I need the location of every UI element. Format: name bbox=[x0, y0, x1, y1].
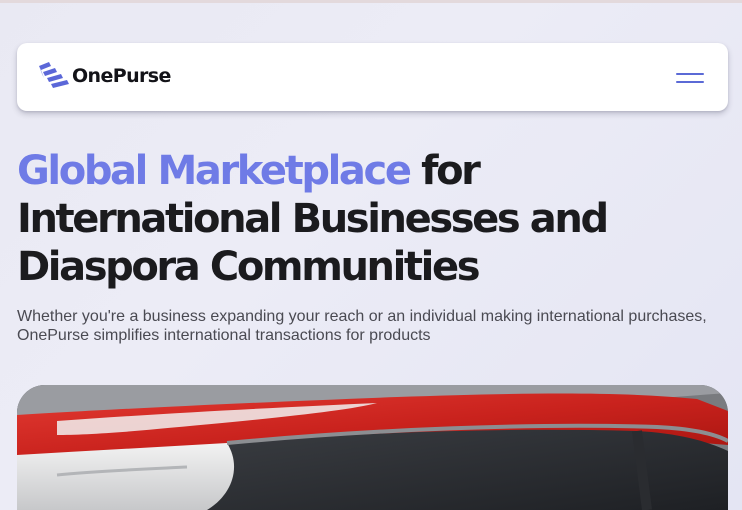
hero-title-line2: International Businesses and bbox=[17, 196, 609, 242]
hero-subtitle: Whether you're a business expanding your… bbox=[17, 308, 707, 344]
onepurse-logo-icon bbox=[39, 62, 69, 88]
hamburger-menu-button[interactable] bbox=[676, 71, 706, 85]
hamburger-menu-icon-line bbox=[676, 73, 704, 75]
brand-logo-link[interactable]: OnePurse bbox=[37, 60, 171, 92]
hero-title-rest: for bbox=[409, 148, 481, 194]
car-photo-image bbox=[17, 385, 728, 510]
brand-name: OnePurse bbox=[72, 65, 171, 87]
hero-title-line3: Diaspora Communities bbox=[17, 244, 481, 290]
navbar: OnePurse bbox=[17, 43, 728, 111]
hero-title-accent: Global Marketplace bbox=[17, 148, 412, 194]
hamburger-menu-icon-line bbox=[676, 81, 704, 83]
hero-image bbox=[17, 385, 728, 510]
hero-title: Global Marketplace for International Busi… bbox=[17, 147, 717, 291]
top-rule bbox=[0, 0, 742, 3]
